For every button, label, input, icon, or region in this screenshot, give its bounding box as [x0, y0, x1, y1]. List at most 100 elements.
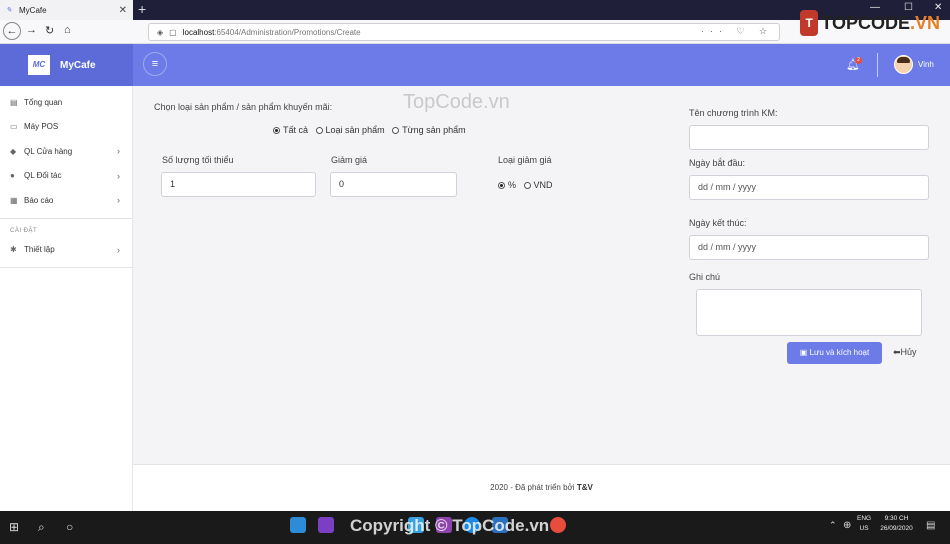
chevron-up-icon[interactable]: ⌃	[829, 520, 837, 531]
sidebar-item-pos[interactable]: ▭ Máy POS	[0, 115, 132, 140]
product-select-label: Chọn loại sản phẩm / sản phẩm khuyến mãi…	[154, 102, 333, 112]
radio-label: %	[508, 180, 517, 190]
browser-tab[interactable]: ✎ MyCafe ✕	[0, 0, 133, 20]
language-indicator[interactable]: ENG US	[857, 514, 871, 534]
sidebar-item-partners[interactable]: ● QL Đối tác ›	[0, 164, 132, 189]
app-name: MyCafe	[60, 59, 96, 71]
firefox-icon[interactable]	[550, 517, 566, 533]
url-host: localhost	[182, 27, 215, 37]
start-date-label: Ngày bắt đầu:	[689, 158, 746, 168]
program-name-input[interactable]	[689, 125, 929, 150]
region-code: US	[859, 525, 869, 532]
sidebar-item-label: Thiết lập	[24, 245, 55, 255]
home-icon[interactable]: ⌂	[64, 24, 71, 36]
sidebar-item-label: QL Đối tác	[24, 171, 62, 181]
radio-percent[interactable]: %	[498, 180, 516, 190]
radio-scope-category[interactable]: Loại sản phẩm	[315, 125, 385, 135]
avatar[interactable]	[894, 55, 913, 74]
start-date-input[interactable]: dd / mm / yyyy	[689, 175, 929, 200]
footer-author: T&V	[576, 483, 593, 492]
sidebar-item-overview[interactable]: ▤ Tổng quan	[0, 90, 132, 115]
save-activate-button[interactable]: ▣ Lưu và kích hoạt	[787, 342, 882, 364]
radio-scope-product[interactable]: Từng sản phẩm	[392, 125, 466, 135]
reload-icon[interactable]: ↻	[45, 24, 54, 37]
save-button-label: Lưu và kích hoạt	[809, 348, 870, 357]
clock[interactable]: 9:30 CH 26/09/2020	[874, 514, 919, 534]
sidebar-item-stores[interactable]: ◆ QL Cửa hàng ›	[0, 139, 132, 164]
copyright-watermark: Copyright © TopCode.vn	[350, 516, 550, 535]
radio-label: Tất cả	[283, 125, 309, 135]
header-divider	[877, 53, 878, 77]
monitor-icon: ▭	[10, 122, 18, 132]
app-brand[interactable]: MC MyCafe	[0, 44, 133, 86]
table-icon: ▦	[10, 195, 18, 205]
radio-label: Loại sản phẩm	[325, 125, 385, 135]
notifications-icon[interactable]: ▤	[926, 520, 935, 531]
watermark-logo-text: TOPCODE	[821, 12, 910, 33]
user-name[interactable]: Vinh	[918, 60, 934, 69]
notification-badge: 2	[855, 57, 862, 64]
search-icon[interactable]: ⌕	[38, 520, 45, 535]
watermark-logo: T TOPCODE.VN	[800, 8, 940, 38]
new-tab-button[interactable]: +	[138, 1, 146, 17]
arrow-left-icon: ⬅	[893, 347, 901, 357]
discount-label: Giảm giá	[331, 155, 368, 165]
cancel-button[interactable]: ⬅Hủy	[893, 347, 917, 358]
sidebar-item-reports[interactable]: ▦ Báo cáo ›	[0, 188, 132, 213]
sidebar-item-label: Báo cáo	[24, 195, 54, 205]
sidebar-item-settings[interactable]: ✱ Thiết lập ›	[0, 238, 132, 263]
tab-favicon-icon: ✎	[6, 7, 12, 14]
app-logo: MC	[28, 55, 50, 75]
save-icon: ▣	[799, 348, 810, 357]
sidebar-item-label: QL Cửa hàng	[24, 146, 73, 156]
radio-label: VND	[533, 180, 553, 190]
sidebar-divider	[0, 217, 132, 219]
shield-icon: ◈	[157, 27, 164, 37]
note-textarea[interactable]	[696, 289, 922, 336]
forward-icon[interactable]: →	[26, 24, 37, 36]
discount-type-label: Loại giảm giá	[498, 155, 552, 165]
task-view-icon[interactable]: ○	[66, 520, 73, 534]
sidebar: ▤ Tổng quan ▭ Máy POS ◆ QL Cửa hàng › ● …	[0, 86, 133, 511]
menu-toggle-icon[interactable]: ≡	[143, 52, 167, 76]
discount-input[interactable]: 0	[330, 172, 457, 197]
back-icon[interactable]: ←	[3, 22, 21, 40]
page-info-icon[interactable]: ▢	[169, 28, 177, 37]
taskbar-app-icon[interactable]	[290, 517, 306, 533]
chart-icon: ▤	[10, 97, 18, 107]
min-qty-label: Số lượng tối thiểu	[162, 155, 234, 165]
scope-radio-group: Tất cả Loại sản phẩm Từng sản phẩm	[273, 125, 471, 135]
chevron-right-icon: ›	[117, 195, 120, 206]
sidebar-item-label: Máy POS	[24, 122, 59, 132]
url-actions-icon[interactable]: ··· ♡ ☆	[701, 26, 773, 37]
language-code: ENG	[857, 515, 872, 522]
footer-text: 2020 - Đã phát triển bởi	[490, 483, 575, 492]
tab-close-icon[interactable]: ✕	[119, 5, 127, 16]
min-qty-input[interactable]: 1	[161, 172, 316, 197]
cancel-button-label: Hủy	[900, 347, 917, 357]
watermark-center: TopCode.vn	[403, 91, 510, 113]
windows-start-icon[interactable]: ⊞	[9, 520, 19, 534]
visual-studio-icon[interactable]	[318, 517, 334, 533]
address-bar[interactable]: ◈ ▢ localhost :65404/Administration/Prom…	[148, 23, 780, 41]
sidebar-item-label: Tổng quan	[24, 97, 63, 107]
chevron-right-icon: ›	[117, 170, 120, 181]
note-label: Ghi chú	[689, 272, 721, 282]
sidebar-section-label: CÀI ĐẶT	[10, 227, 38, 234]
discount-type-radio-group: % VND	[498, 180, 558, 190]
globe-icon[interactable]: ⊕	[843, 520, 851, 531]
end-date-input[interactable]: dd / mm / yyyy	[689, 235, 929, 260]
tab-title: MyCafe	[19, 5, 47, 15]
radio-checked-icon	[273, 127, 280, 134]
radio-icon	[392, 127, 400, 134]
clock-time: 9:30 CH	[884, 515, 909, 522]
store-icon: ◆	[10, 146, 17, 156]
app-header: ≡ 🔔︎ 2 Vinh	[133, 44, 950, 86]
watermark-logo-icon: T	[800, 10, 819, 36]
os-taskbar: ⊞ ⌕ ○ Copyright © TopCode.vn ⌃ ⊕ ENG US …	[0, 511, 950, 544]
clock-date: 26/09/2020	[880, 525, 913, 532]
radio-scope-all[interactable]: Tất cả	[273, 125, 308, 135]
gear-icon: ✱	[10, 245, 17, 255]
radio-icon	[315, 127, 323, 134]
radio-vnd[interactable]: VND	[523, 180, 553, 190]
